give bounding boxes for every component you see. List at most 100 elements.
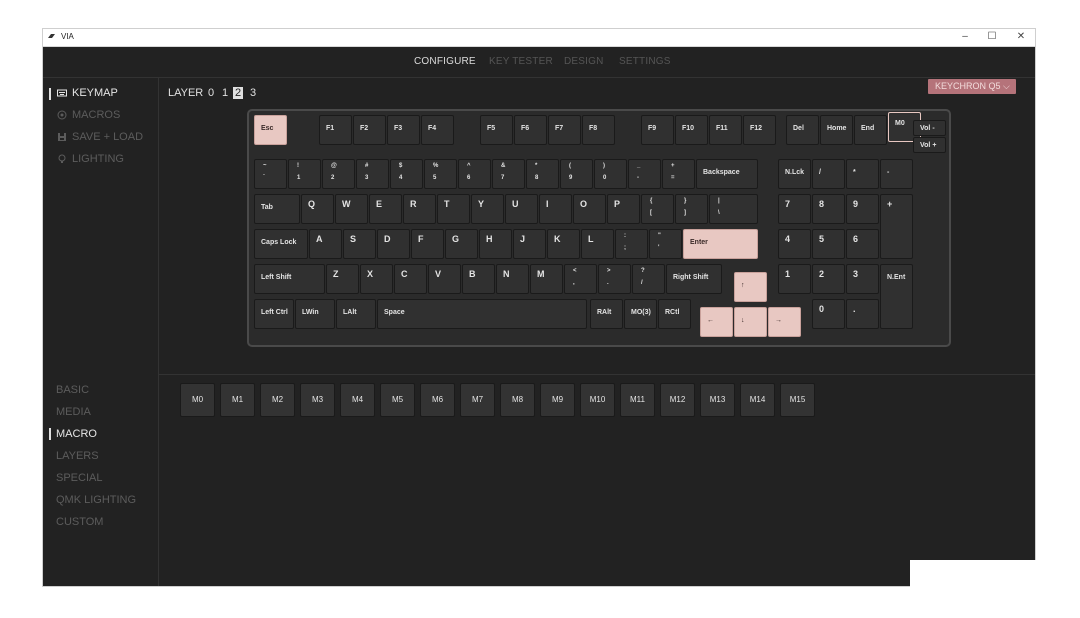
key-end[interactable]: End (854, 115, 887, 145)
key-h[interactable]: H (479, 229, 512, 259)
key-1[interactable]: ! 1 (288, 159, 321, 189)
key-e[interactable]: E (369, 194, 402, 224)
macro-key-m14[interactable]: M14 (740, 383, 775, 417)
layer-0[interactable]: 0 (208, 87, 214, 99)
tab-configure[interactable]: CONFIGURE (414, 56, 476, 67)
macro-key-m11[interactable]: M11 (620, 383, 655, 417)
layer-3[interactable]: 3 (250, 87, 256, 99)
category-special[interactable]: SPECIAL (56, 472, 102, 484)
key-vol-down[interactable]: Vol - (913, 120, 946, 136)
key-f9[interactable]: F9 (641, 115, 674, 145)
sidebar-item-lighting[interactable]: LIGHTING (57, 153, 124, 165)
key-num-lock[interactable]: N.Lck (778, 159, 811, 189)
key-c[interactable]: C (394, 264, 427, 294)
key-a[interactable]: A (309, 229, 342, 259)
key-l[interactable]: L (581, 229, 614, 259)
key-f5[interactable]: F5 (480, 115, 513, 145)
key-w[interactable]: W (335, 194, 368, 224)
key-left-arrow[interactable]: ← (700, 307, 733, 337)
sidebar-item-keymap[interactable]: KEYMAP (57, 87, 118, 99)
key-v[interactable]: V (428, 264, 461, 294)
close-button[interactable]: ✕ (1011, 31, 1031, 42)
key-left-alt[interactable]: LAlt (336, 299, 376, 329)
macro-key-m6[interactable]: M6 (420, 383, 455, 417)
macro-key-m2[interactable]: M2 (260, 383, 295, 417)
key-s[interactable]: S (343, 229, 376, 259)
key-p[interactable]: P (607, 194, 640, 224)
tab-key-tester[interactable]: KEY TESTER (489, 56, 553, 67)
layer-1[interactable]: 1 (222, 87, 228, 99)
key-3[interactable]: #3 (356, 159, 389, 189)
key-z[interactable]: Z (326, 264, 359, 294)
key-np-4[interactable]: 4 (778, 229, 811, 259)
macro-key-m13[interactable]: M13 (700, 383, 735, 417)
key-j[interactable]: J (513, 229, 546, 259)
key-f6[interactable]: F6 (514, 115, 547, 145)
key-right-shift[interactable]: Right Shift (666, 264, 722, 294)
category-layers[interactable]: LAYERS (56, 450, 99, 462)
key-2[interactable]: @2 (322, 159, 355, 189)
key-f10[interactable]: F10 (675, 115, 708, 145)
key-period[interactable]: >. (598, 264, 631, 294)
key-right-bracket[interactable]: }] (675, 194, 708, 224)
key-left-win[interactable]: LWin (295, 299, 335, 329)
key-f1[interactable]: F1 (319, 115, 352, 145)
layer-2[interactable]: 2 (233, 87, 244, 99)
category-qmk-lighting[interactable]: QMK LIGHTING (56, 494, 136, 506)
category-macro[interactable]: MACRO (56, 428, 97, 440)
category-custom[interactable]: CUSTOM (56, 516, 103, 528)
key-down-arrow[interactable]: ↓ (734, 307, 767, 337)
sidebar-item-save-load[interactable]: SAVE + LOAD (57, 131, 143, 143)
key-up-arrow[interactable]: ↑ (734, 272, 767, 302)
key-quote[interactable]: " ' (649, 229, 682, 259)
key-semicolon[interactable]: :; (615, 229, 648, 259)
key-tab[interactable]: Tab (254, 194, 300, 224)
key-np-9[interactable]: 9 (846, 194, 879, 224)
key-np-1[interactable]: 1 (778, 264, 811, 294)
key-f8[interactable]: F8 (582, 115, 615, 145)
key-right-alt[interactable]: RAlt (590, 299, 623, 329)
sidebar-item-macros[interactable]: MACROS (57, 109, 120, 121)
macro-key-m10[interactable]: M10 (580, 383, 615, 417)
key-f[interactable]: F (411, 229, 444, 259)
category-basic[interactable]: BASIC (56, 384, 89, 396)
category-media[interactable]: MEDIA (56, 406, 91, 418)
key-f11[interactable]: F11 (709, 115, 742, 145)
key-del[interactable]: Del (786, 115, 819, 145)
macro-key-m4[interactable]: M4 (340, 383, 375, 417)
key-8[interactable]: * 8 (526, 159, 559, 189)
key-backslash[interactable]: | \ (709, 194, 758, 224)
key-np-2[interactable]: 2 (812, 264, 845, 294)
key-np-plus[interactable]: + (880, 194, 913, 259)
macro-key-m0[interactable]: M0 (180, 383, 215, 417)
tab-design[interactable]: DESIGN (564, 56, 604, 67)
macro-key-m7[interactable]: M7 (460, 383, 495, 417)
key-k[interactable]: K (547, 229, 580, 259)
key-y[interactable]: Y (471, 194, 504, 224)
key-f2[interactable]: F2 (353, 115, 386, 145)
key-right-arrow[interactable]: → (768, 307, 801, 337)
key-np-enter[interactable]: N.Ent (880, 264, 913, 329)
key-np-0[interactable]: 0 (812, 299, 845, 329)
macro-key-m12[interactable]: M12 (660, 383, 695, 417)
tab-settings[interactable]: SETTINGS (619, 56, 671, 67)
key-np-3[interactable]: 3 (846, 264, 879, 294)
maximize-button[interactable]: ☐ (982, 31, 1002, 42)
key-left-shift[interactable]: Left Shift (254, 264, 325, 294)
key-left-ctrl[interactable]: Left Ctrl (254, 299, 294, 329)
key-5[interactable]: % 5 (424, 159, 457, 189)
macro-key-m3[interactable]: M3 (300, 383, 335, 417)
key-comma[interactable]: <, (564, 264, 597, 294)
key-esc[interactable]: Esc (254, 115, 287, 145)
key-f7[interactable]: F7 (548, 115, 581, 145)
key-right-ctrl[interactable]: RCtl (658, 299, 691, 329)
macro-key-m5[interactable]: M5 (380, 383, 415, 417)
key-np-star[interactable]: * (846, 159, 879, 189)
key-grave[interactable]: ~ ` (254, 159, 287, 189)
key-np-6[interactable]: 6 (846, 229, 879, 259)
key-r[interactable]: R (403, 194, 436, 224)
key-d[interactable]: D (377, 229, 410, 259)
key-np-minus[interactable]: - (880, 159, 913, 189)
key-q[interactable]: Q (301, 194, 334, 224)
key-mo3[interactable]: MO(3) (624, 299, 657, 329)
